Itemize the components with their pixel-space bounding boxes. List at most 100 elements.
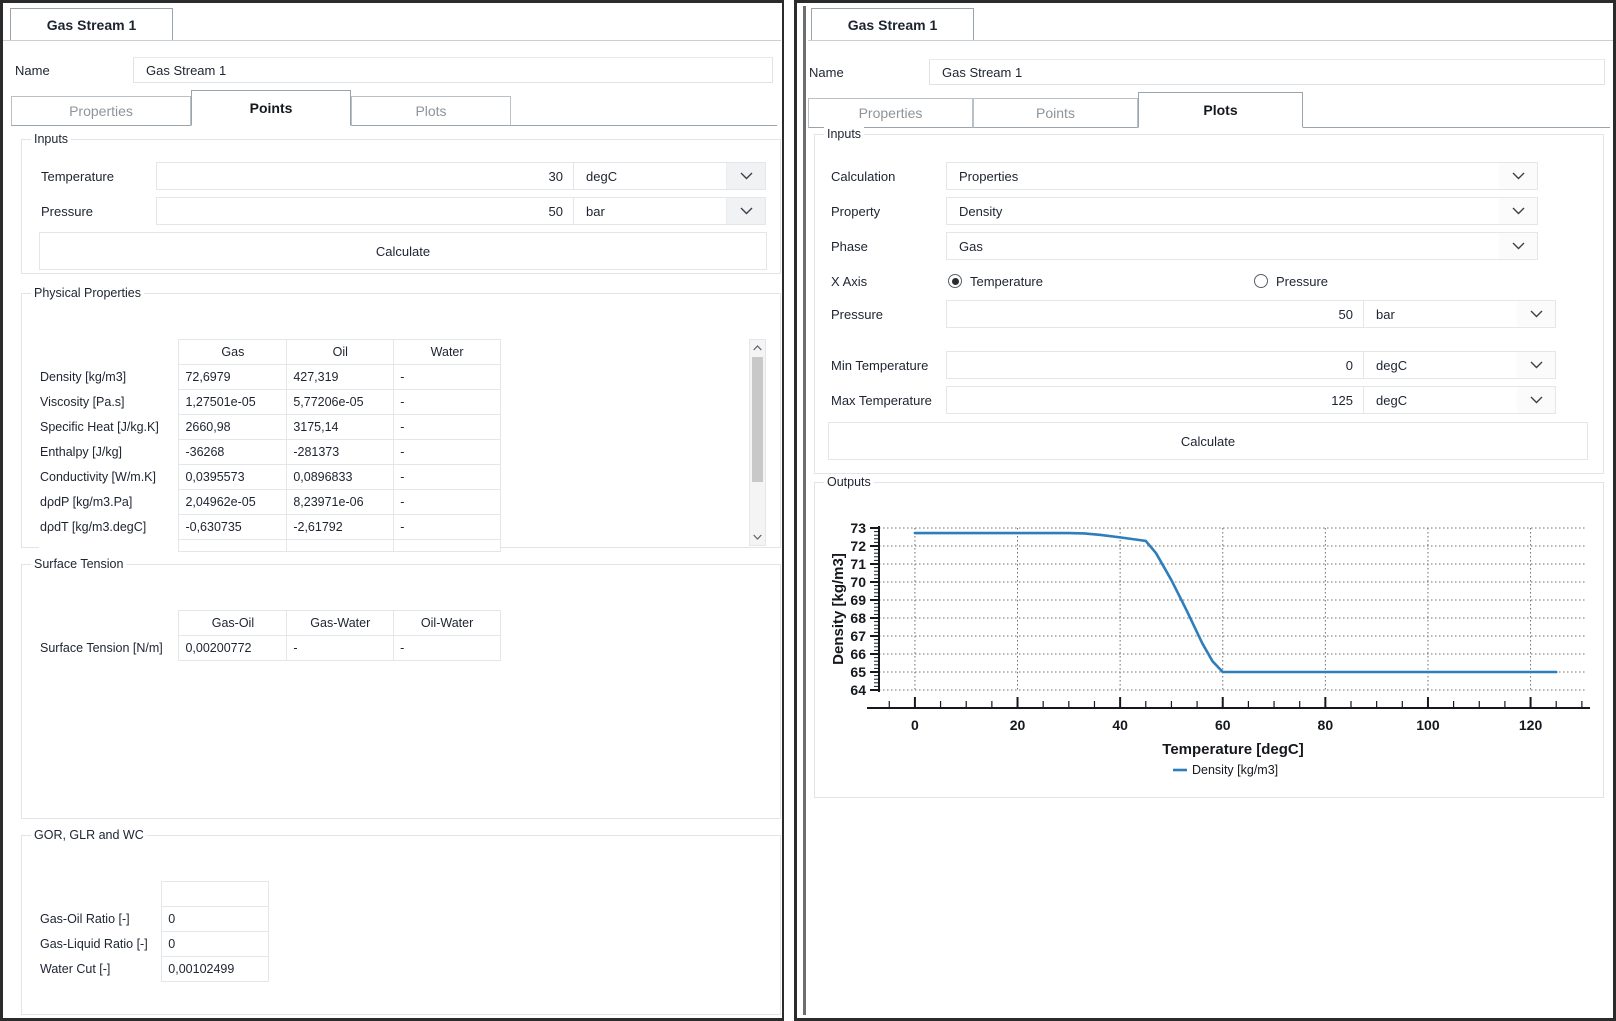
x-axis-label: X Axis xyxy=(831,273,868,289)
pp-cell-water: - xyxy=(393,514,501,540)
chevron-down-icon[interactable] xyxy=(1517,301,1555,327)
gor-glr-wc-table: Gas-Oil Ratio [-] 0 Gas-Liquid Ratio [-]… xyxy=(39,881,269,982)
right-tabstrip-filler xyxy=(1303,98,1610,128)
x-axis-row: X Axis Temperature Pressure xyxy=(831,267,1328,295)
tab-plots[interactable]: Plots xyxy=(351,96,511,126)
radio-unselected-icon[interactable] xyxy=(1254,274,1268,288)
pp-cell-gas: 0,0395573 xyxy=(178,464,288,490)
pp-row-label: dρdP [kg/m3.Pa] xyxy=(39,489,179,515)
chevron-down-icon[interactable] xyxy=(1517,387,1555,413)
svg-text:20: 20 xyxy=(1010,717,1026,733)
min-temperature-input[interactable]: 0 xyxy=(946,351,1364,379)
calculation-combo[interactable]: Properties xyxy=(946,162,1538,190)
pp-col-gas: Gas xyxy=(178,339,288,365)
table-row: dρdT [kg/m3.degC] -0,630735 -2,61792 - xyxy=(39,514,501,540)
min-temperature-row: Min Temperature 0 degC xyxy=(831,351,1556,379)
right-name-input[interactable]: Gas Stream 1 xyxy=(929,59,1605,85)
gor-row-label: Gas-Oil Ratio [-] xyxy=(39,906,162,932)
left-calculate-button[interactable]: Calculate xyxy=(39,232,767,270)
pp-cell-gas: -0,630735 xyxy=(178,514,288,540)
surface-tension-group: Surface Tension xyxy=(21,557,781,819)
right-window-title: Gas Stream 1 xyxy=(847,17,938,33)
max-temperature-input[interactable]: 125 xyxy=(946,386,1364,414)
svg-text:72: 72 xyxy=(850,538,866,554)
physical-properties-scrollbar[interactable] xyxy=(749,339,766,546)
left-window-title-tab[interactable]: Gas Stream 1 xyxy=(10,8,173,41)
right-window-title-tab[interactable]: Gas Stream 1 xyxy=(811,8,974,41)
outputs-legend: Outputs xyxy=(824,475,874,489)
left-name-row: Name Gas Stream 1 xyxy=(15,55,777,85)
pressure-unit-combo[interactable]: bar xyxy=(574,197,766,225)
table-row: dρdP [kg/m3.Pa] 2,04962e-05 8,23971e-06 … xyxy=(39,489,501,515)
max-temperature-value: 125 xyxy=(1331,392,1353,408)
svg-text:66: 66 xyxy=(850,646,866,662)
max-temperature-label: Max Temperature xyxy=(831,392,932,408)
phase-combo[interactable]: Gas xyxy=(946,232,1538,260)
pp-cell-oil: 427,319 xyxy=(286,364,395,390)
tab-properties-label: Properties xyxy=(69,103,133,119)
tab-points[interactable]: Points xyxy=(191,90,351,126)
chevron-down-icon[interactable] xyxy=(726,163,765,189)
pp-cell-oil: 0,0896833 xyxy=(286,464,395,490)
left-name-label: Name xyxy=(15,62,50,78)
pp-col-water: Water xyxy=(393,339,501,365)
plot-pressure-input[interactable]: 50 xyxy=(946,300,1364,328)
svg-text:60: 60 xyxy=(1215,717,1231,733)
svg-text:100: 100 xyxy=(1416,717,1440,733)
scroll-up-icon[interactable] xyxy=(750,340,765,356)
calculation-row: Calculation Properties xyxy=(831,162,1538,190)
surface-tension-legend: Surface Tension xyxy=(31,557,127,571)
min-temperature-unit-combo[interactable]: degC xyxy=(1364,351,1556,379)
left-name-value: Gas Stream 1 xyxy=(146,62,227,78)
physical-properties-legend: Physical Properties xyxy=(31,286,144,300)
tab-points[interactable]: Points xyxy=(973,98,1138,128)
plot-pressure-unit-combo[interactable]: bar xyxy=(1364,300,1556,328)
pp-cell-water xyxy=(393,539,501,552)
tab-points-label: Points xyxy=(249,100,293,116)
property-row: Property Density xyxy=(831,197,1538,225)
chevron-down-icon[interactable] xyxy=(1499,198,1537,224)
chevron-down-icon[interactable] xyxy=(1499,163,1537,189)
pressure-input[interactable]: 50 xyxy=(156,197,574,225)
svg-text:70: 70 xyxy=(850,574,866,590)
temperature-unit-combo[interactable]: degC xyxy=(574,162,766,190)
pp-row-label: Enthalpy [J/kg] xyxy=(39,439,179,465)
table-row: Surface Tension [N/m] 0,00200772 - - xyxy=(39,635,501,661)
st-col-gas-water: Gas-Water xyxy=(286,610,395,636)
temperature-input[interactable]: 30 xyxy=(156,162,574,190)
gor-cell-value: 0,00102499 xyxy=(161,956,269,982)
right-calculate-label: Calculate xyxy=(1180,433,1236,449)
right-calculate-button[interactable]: Calculate xyxy=(828,422,1588,460)
tab-plots[interactable]: Plots xyxy=(1138,92,1303,128)
chevron-down-icon[interactable] xyxy=(1499,233,1537,259)
property-combo[interactable]: Density xyxy=(946,197,1538,225)
gor-cell-value: 0 xyxy=(161,906,269,932)
chevron-down-icon[interactable] xyxy=(1517,352,1555,378)
x-axis-temperature-label: Temperature xyxy=(970,273,1043,289)
right-name-label: Name xyxy=(809,64,844,80)
x-axis-radio-temperature[interactable]: Temperature xyxy=(948,274,1254,289)
tab-properties[interactable]: Properties xyxy=(808,98,973,128)
left-name-input[interactable]: Gas Stream 1 xyxy=(133,57,773,83)
max-temperature-unit-combo[interactable]: degC xyxy=(1364,386,1556,414)
gor-corner xyxy=(39,881,162,907)
left-tabstrip: Properties Points Plots xyxy=(11,89,777,126)
pp-cell-gas: 1,27501e-05 xyxy=(178,389,288,415)
svg-text:73: 73 xyxy=(850,520,866,536)
calculation-value: Properties xyxy=(959,168,1019,184)
table-row: Specific Heat [J/kg.K] 2660,98 3175,14 - xyxy=(39,414,501,440)
calculation-label: Calculation xyxy=(831,168,896,184)
pp-cell-gas: -36268 xyxy=(178,439,288,465)
scroll-down-icon[interactable] xyxy=(750,529,765,545)
chevron-down-icon[interactable] xyxy=(726,198,765,224)
table-row: Enthalpy [J/kg] -36268 -281373 - xyxy=(39,439,501,465)
temperature-value: 30 xyxy=(548,168,563,184)
radio-selected-icon[interactable] xyxy=(948,274,962,288)
tab-properties[interactable]: Properties xyxy=(11,96,191,126)
app-screen: Gas Stream 1 Name Gas Stream 1 Propertie… xyxy=(0,0,1616,1021)
min-temperature-label: Min Temperature xyxy=(831,357,929,373)
x-axis-radio-pressure[interactable]: Pressure xyxy=(1254,274,1328,289)
right-tabstrip: Properties Points Plots xyxy=(808,91,1610,128)
scrollbar-thumb[interactable] xyxy=(752,357,763,482)
pp-col-oil: Oil xyxy=(286,339,395,365)
